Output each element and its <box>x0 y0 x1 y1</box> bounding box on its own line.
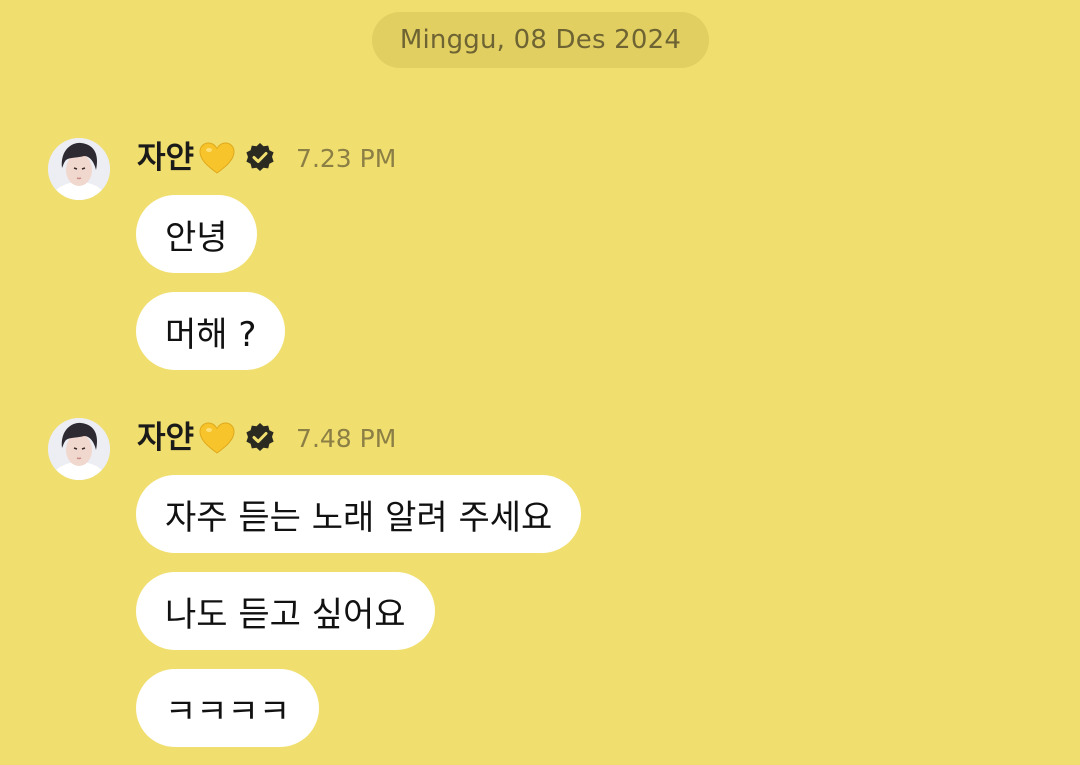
message-timestamp: 7.23 PM <box>296 143 397 173</box>
avatar[interactable] <box>48 418 110 480</box>
verified-badge-icon <box>246 143 274 171</box>
message-bubble[interactable]: 자주 듣는 노래 알려 주세요 <box>136 475 582 553</box>
message-text: 안녕 <box>165 217 228 258</box>
date-separator-label: Minggu, 08 Des 2024 <box>399 25 682 55</box>
message-text: 나도 듣고 싶어요 <box>165 594 406 635</box>
avatar-photo <box>48 418 110 480</box>
message-text: 자주 듣는 노래 알려 주세요 <box>165 497 553 538</box>
date-separator: Minggu, 08 Des 2024 <box>372 12 709 68</box>
message-bubble[interactable]: 나도 듣고 싶어요 <box>136 572 435 650</box>
verified-badge-icon <box>246 423 274 451</box>
message-bubble[interactable]: 안녕 <box>136 195 257 273</box>
sender-name[interactable]: 자얀 <box>137 422 194 454</box>
message-header: 자얀 7.23 PM <box>137 138 396 178</box>
avatar[interactable] <box>48 138 110 200</box>
message-timestamp: 7.48 PM <box>296 423 397 453</box>
message-text: 머해 ? <box>165 314 257 355</box>
avatar-photo <box>48 138 110 200</box>
message-text: ㅋㅋㅋㅋ <box>165 691 291 732</box>
message-bubble[interactable]: ㅋㅋㅋㅋ <box>136 669 320 747</box>
message-bubble[interactable]: 머해 ? <box>136 292 286 370</box>
message-header: 자얀 7.48 PM <box>137 418 396 458</box>
sender-name[interactable]: 자얀 <box>137 142 194 174</box>
yellow-heart-icon <box>199 142 235 174</box>
yellow-heart-icon <box>199 422 235 454</box>
